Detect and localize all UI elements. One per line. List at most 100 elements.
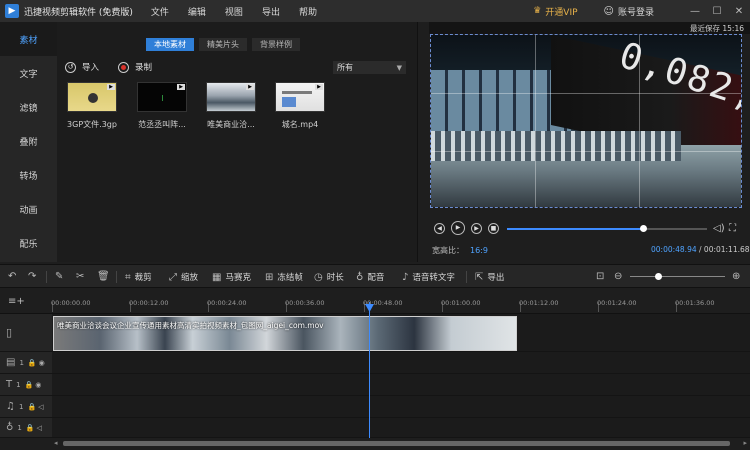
scrollbar-thumb[interactable] <box>63 441 730 446</box>
next-frame-icon[interactable]: ▶ <box>471 223 482 234</box>
timeline-zoom-knob[interactable] <box>655 273 662 280</box>
seek-bar[interactable] <box>507 225 707 232</box>
undo-icon[interactable]: ↶ <box>8 271 20 282</box>
zoom-out-icon[interactable]: ⊖ <box>614 271 626 282</box>
dub-button[interactable]: ♁ 配音 <box>356 271 384 284</box>
login-button[interactable]: ☺ 账号登录 <box>604 5 654 18</box>
fit-timeline-icon[interactable]: ⊡ <box>596 271 608 282</box>
import-button[interactable]: ↺ 导入 <box>65 61 99 73</box>
menu-bar: 文件 编辑 视图 导出 帮助 <box>151 5 336 18</box>
speaker-icon[interactable]: ◁ <box>38 403 43 411</box>
speech-to-text-button[interactable]: ♪ 语音转文字 <box>402 271 455 284</box>
tab-background[interactable]: 背景样例 <box>252 38 300 51</box>
fullscreen-icon[interactable]: ⛶ <box>729 223 736 234</box>
track-voice[interactable] <box>52 418 750 438</box>
sidebar-item-material[interactable]: 素材 <box>0 22 57 56</box>
crop-button[interactable]: ⌗ 裁剪 <box>125 271 152 284</box>
record-button[interactable]: 录制 <box>118 61 152 73</box>
track-header-music: ♫ 1 🔒 ◁ <box>0 396 52 418</box>
title-bar: ▶ 迅捷视频剪辑软件 (免费版) 文件 编辑 视图 导出 帮助 ♛ 开通VIP ☺… <box>0 0 750 22</box>
sidebar-item-music[interactable]: 配乐 <box>0 226 57 260</box>
video-clip[interactable]: 唯美商业洽谈会议企业宣传通用素材高清实拍视频素材_包图网_aigei_com.m… <box>53 316 517 351</box>
zoom-label: 缩放 <box>181 273 199 283</box>
preview-player[interactable]: 0,082,68 <box>430 34 742 208</box>
zoom-in-icon[interactable]: ⊕ <box>732 271 744 282</box>
media-item-3[interactable]: ▶ <box>206 82 256 112</box>
play-icon[interactable]: ▶ <box>451 221 465 235</box>
delete-icon[interactable]: 🗑 <box>97 271 114 282</box>
sidebar-item-transition[interactable]: 转场 <box>0 158 57 192</box>
filter-value: 所有 <box>337 63 353 72</box>
eye-icon[interactable]: ◉ <box>39 359 45 367</box>
tick-label: 00:01:00.00 <box>441 299 481 307</box>
export-button[interactable]: ⇱ 导出 <box>475 271 504 284</box>
freeze-icon: ⊞ <box>265 271 274 283</box>
freeze-button[interactable]: ⊞ 冻结帧 <box>265 271 303 284</box>
sidebar-item-overlay[interactable]: 叠附 <box>0 124 57 158</box>
sidebar-item-text[interactable]: 文字 <box>0 56 57 90</box>
track-count: 1 <box>17 423 22 432</box>
cut-icon[interactable]: ✂ <box>76 271 88 282</box>
sidebar-item-animation[interactable]: 动画 <box>0 192 57 226</box>
add-track-icon[interactable]: ≡+ <box>8 296 25 307</box>
sidebar: 素材 文字 滤镜 叠附 转场 动画 配乐 <box>0 22 57 262</box>
duration-button[interactable]: ◷ 时长 <box>314 271 344 284</box>
timeline-ruler[interactable]: ≡+ 00:00:00.00 00:00:12.00 00:00:24.00 0… <box>0 288 750 314</box>
mosaic-button[interactable]: ▦ 马赛克 <box>212 271 251 284</box>
preview-windows <box>431 70 571 132</box>
track-header-voice: ♁ 1 🔒 ◁ <box>0 418 52 438</box>
media-item-2[interactable]: ▶ <box>137 82 187 112</box>
playhead-line[interactable] <box>369 302 370 438</box>
menu-export[interactable]: 导出 <box>262 5 280 18</box>
ratio-value[interactable]: 16:9 <box>470 246 488 255</box>
media-name-4: 城名.mp4 <box>281 120 319 129</box>
scroll-left-icon[interactable]: ◂ <box>54 439 58 447</box>
edit-toolbar: ↶ ↷ ✎ ✂ 🗑 ⌗ 裁剪 ⤢ 缩放 ▦ 马赛克 ⊞ 冻结帧 ◷ 时长 ♁ 配音 ♪ 语音转… <box>0 264 750 288</box>
tab-intro[interactable]: 精美片头 <box>199 38 247 51</box>
menu-file[interactable]: 文件 <box>151 5 169 18</box>
close-icon[interactable]: ✕ <box>728 6 750 17</box>
media-thumb-line <box>282 91 312 94</box>
zoom-button[interactable]: ⤢ 缩放 <box>169 271 199 284</box>
volume-icon[interactable]: ◁) <box>713 223 725 234</box>
track-video[interactable] <box>52 352 750 374</box>
media-name-2: 范丞丞叫阵... <box>138 120 186 129</box>
timeline-zoom-slider[interactable] <box>630 276 725 277</box>
vip-button[interactable]: ♛ 开通VIP <box>533 5 577 18</box>
lock-icon[interactable]: 🔒 <box>26 424 35 432</box>
sidebar-item-filter[interactable]: 滤镜 <box>0 90 57 124</box>
media-item-4[interactable]: ▶ <box>275 82 325 112</box>
toolbar-divider <box>46 271 47 283</box>
edit-icon[interactable]: ✎ <box>55 271 67 282</box>
eye-icon[interactable]: ◉ <box>35 381 41 389</box>
tick-label: 00:01:36.00 <box>675 299 715 307</box>
speaker-icon[interactable]: ◁ <box>37 424 42 432</box>
seek-knob[interactable] <box>640 225 647 232</box>
speech-icon: ♪ <box>402 271 409 283</box>
lock-icon[interactable]: 🔒 <box>25 381 34 389</box>
stop-icon[interactable]: ■ <box>488 223 499 234</box>
menu-edit[interactable]: 编辑 <box>188 5 206 18</box>
media-name-3: 唯美商业洽... <box>207 120 255 129</box>
filter-dropdown[interactable]: 所有 ▼ <box>333 61 406 74</box>
track-music[interactable] <box>52 396 750 418</box>
tab-local-material[interactable]: 本地素材 <box>146 38 194 51</box>
track-text[interactable] <box>52 374 750 396</box>
mic-icon: ♁ <box>6 422 14 433</box>
prev-frame-icon[interactable]: ◀ <box>434 223 445 234</box>
menu-help[interactable]: 帮助 <box>299 5 317 18</box>
timeline-scrollbar[interactable]: ◂ ▸ <box>52 438 750 450</box>
media-name-1: 3GP文件.3gp <box>67 120 117 129</box>
lock-icon[interactable]: 🔒 <box>28 359 37 367</box>
video-badge-icon: ▶ <box>246 84 254 90</box>
minimize-icon[interactable]: — <box>684 6 706 17</box>
maximize-icon[interactable]: ☐ <box>706 6 728 17</box>
video-badge-icon: ▶ <box>315 84 323 90</box>
redo-icon[interactable]: ↷ <box>28 271 40 282</box>
toolbar-divider <box>466 271 467 283</box>
scroll-right-icon[interactable]: ▸ <box>743 439 747 447</box>
lock-icon[interactable]: 🔒 <box>27 403 36 411</box>
export-icon: ⇱ <box>475 271 484 283</box>
media-item-1[interactable]: ▶ <box>67 82 117 112</box>
menu-view[interactable]: 视图 <box>225 5 243 18</box>
